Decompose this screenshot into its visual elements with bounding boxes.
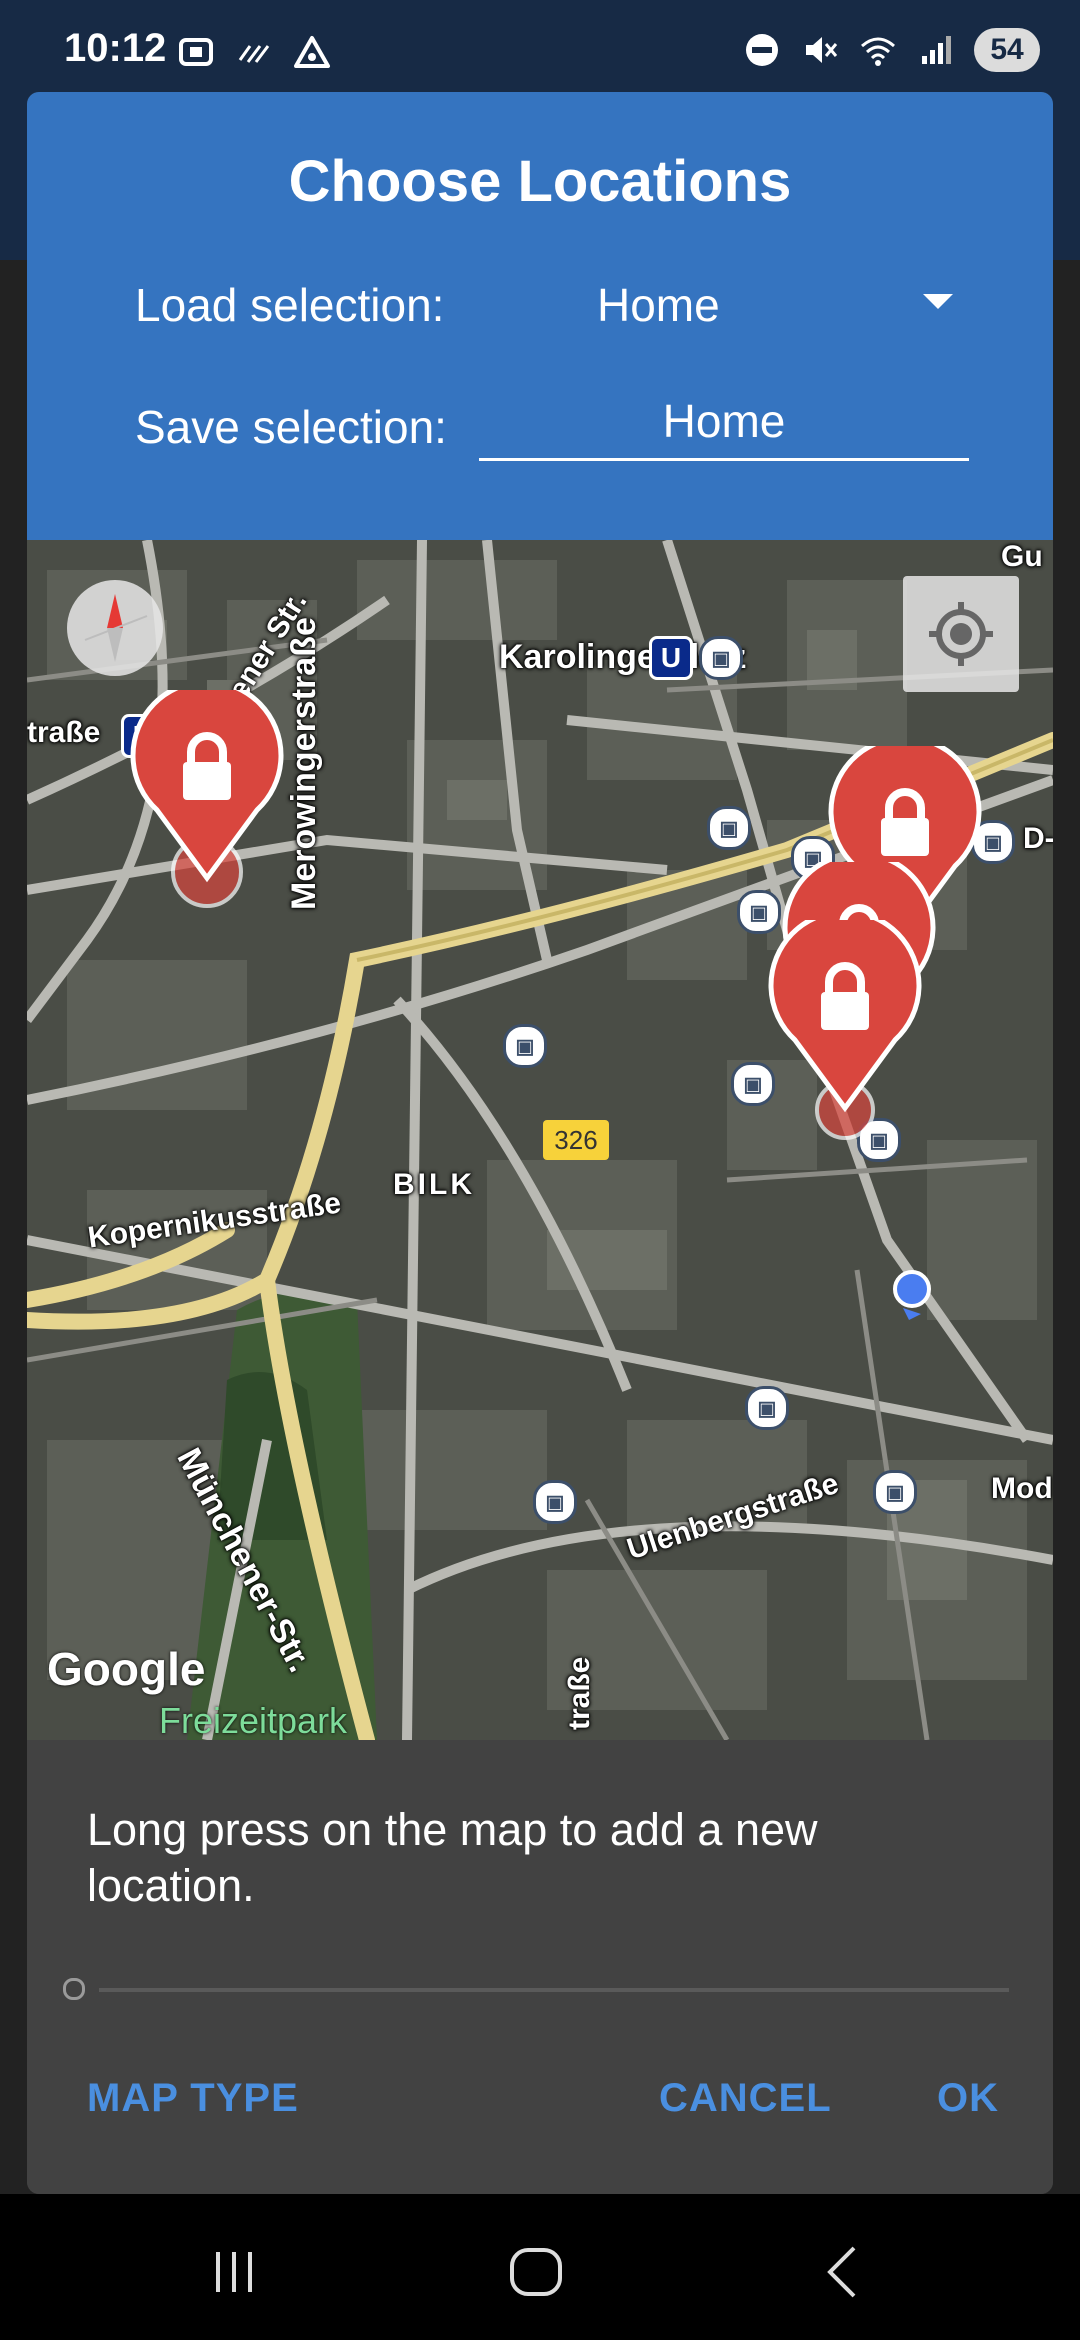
tram-icon: ▣ — [699, 636, 743, 680]
map-label-strasse-left: traße — [27, 716, 101, 749]
ok-button[interactable]: OK — [937, 2076, 999, 2121]
google-logo: Google — [47, 1643, 206, 1695]
tram-icon: ▣ — [707, 806, 751, 850]
dialog-title: Choose Locations — [288, 149, 792, 214]
dialog-footer: Long press on the map to add a new locat… — [27, 1740, 1053, 2194]
crosshair-icon — [929, 602, 993, 666]
radius-slider[interactable] — [63, 1970, 1043, 2010]
hint-text: Long press on the map to add a new locat… — [87, 1804, 818, 1911]
map-type-button[interactable]: MAP TYPE — [87, 2076, 299, 2121]
battery-indicator: 54 — [974, 28, 1040, 72]
map-label-strasse-bottom: traße — [563, 1656, 596, 1730]
warning-triangle-icon — [294, 36, 330, 68]
choose-locations-dialog: Choose Locations Load selection: Home Sa… — [27, 92, 1053, 2194]
tram-icon: ▣ — [745, 1386, 789, 1430]
compass-icon — [84, 594, 148, 662]
current-location-icon — [893, 1270, 931, 1320]
compass-button[interactable] — [67, 580, 163, 676]
road-number-shield: 326 — [543, 1120, 609, 1160]
lock-location-marker[interactable] — [765, 920, 925, 1140]
dropdown-arrow-icon — [923, 294, 953, 309]
signal-pattern-icon — [238, 45, 270, 63]
wifi-icon — [861, 37, 895, 66]
dialog-header: Choose Locations Load selection: Home Sa… — [27, 92, 1053, 540]
navigation-bar — [0, 2194, 1080, 2340]
map-label-merowinger: Merowingerstraße — [285, 617, 323, 910]
home-icon[interactable] — [506, 2242, 566, 2302]
cell-signal-icon — [922, 36, 951, 64]
load-selection-value: Home — [597, 279, 720, 331]
tram-icon: ▣ — [873, 1470, 917, 1514]
map-label-d-partial: D- — [1023, 822, 1053, 855]
map-label-freizeitpark: Freizeitpark — [159, 1700, 348, 1740]
slider-track — [99, 1988, 1009, 1992]
map-label-gu-partial: Gu — [1001, 540, 1043, 573]
map-label-mod: Mod — [991, 1472, 1053, 1505]
do-not-disturb-icon — [746, 34, 778, 66]
tram-icon: ▣ — [533, 1480, 577, 1524]
tram-icon: ▣ — [503, 1024, 547, 1068]
map-label-bilk: BILK — [393, 1168, 475, 1201]
map-view[interactable]: Aachener Str. Merowingerstraße Karolinge… — [27, 540, 1053, 1740]
lock-location-marker[interactable] — [127, 690, 287, 910]
screenshot-icon — [179, 38, 213, 66]
load-selection-label: Load selection: — [135, 279, 445, 331]
mute-icon — [806, 37, 838, 63]
ubahn-icon: U — [649, 636, 693, 680]
save-selection-label: Save selection: — [135, 401, 447, 453]
my-location-button[interactable] — [903, 576, 1019, 692]
slider-thumb[interactable] — [63, 1978, 85, 2000]
save-selection-input[interactable] — [479, 384, 969, 461]
cancel-button[interactable]: CANCEL — [659, 2076, 832, 2121]
load-selection-dropdown[interactable]: Home — [477, 262, 977, 342]
back-icon[interactable] — [812, 2242, 872, 2302]
status-time: 10:12 — [64, 26, 167, 70]
recents-icon[interactable] — [204, 2242, 264, 2302]
